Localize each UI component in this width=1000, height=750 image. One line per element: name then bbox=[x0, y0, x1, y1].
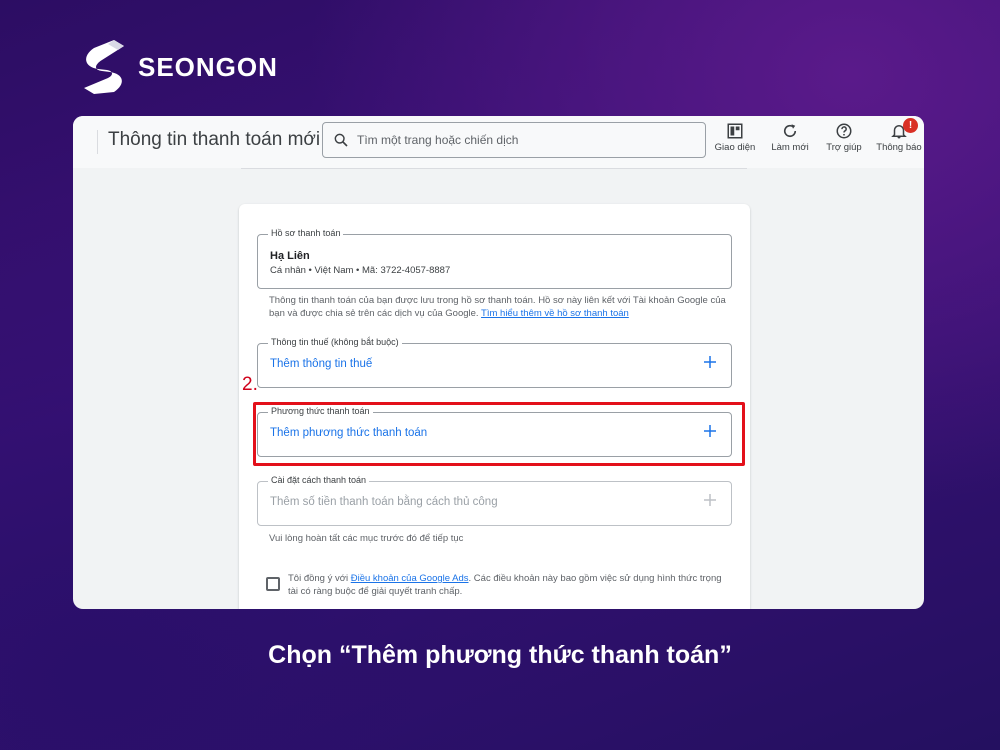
terms-checkbox[interactable] bbox=[266, 577, 280, 591]
terms-prefix: Tôi đồng ý với bbox=[288, 573, 349, 584]
layout-icon bbox=[727, 123, 743, 139]
profile-help-text: Thông tin thanh toán của bạn được lưu tr… bbox=[269, 294, 734, 320]
payment-setup-field: Cài đặt cách thanh toán Thêm số tiền tha… bbox=[257, 475, 732, 526]
manual-payment-link: Thêm số tiền thanh toán bằng cách thủ cô… bbox=[270, 496, 498, 508]
help-button[interactable]: Trợ giúp bbox=[816, 122, 872, 153]
refresh-button[interactable]: Làm mới bbox=[762, 122, 818, 153]
billing-profile-field[interactable]: Hồ sơ thanh toán Hạ Liên Cá nhân • Việt … bbox=[257, 228, 732, 289]
search-icon bbox=[334, 133, 348, 147]
appearance-label: Giao diện bbox=[714, 142, 756, 153]
profile-help-link[interactable]: Tìm hiểu thêm về hồ sơ thanh toán bbox=[481, 308, 629, 319]
notification-badge: ! bbox=[903, 118, 918, 133]
step-number: 2. bbox=[242, 374, 258, 395]
header-underline bbox=[241, 168, 747, 169]
plus-icon[interactable] bbox=[701, 353, 719, 371]
instruction-caption: Chọn “Thêm phương thức thanh toán” bbox=[268, 641, 732, 669]
highlight-box bbox=[253, 402, 745, 466]
tax-info-field[interactable]: Thông tin thuế (không bắt buộc) Thêm thô… bbox=[257, 337, 732, 388]
page-title: Thông tin thanh toán mới bbox=[108, 129, 321, 150]
tax-info-legend: Thông tin thuế (không bắt buộc) bbox=[268, 337, 402, 347]
notifications-button[interactable]: ! Thông báo bbox=[871, 118, 924, 153]
payment-setup-note: Vui lòng hoàn tất các mục trước đó để ti… bbox=[269, 533, 464, 544]
refresh-label: Làm mới bbox=[771, 142, 809, 153]
refresh-icon bbox=[783, 124, 797, 138]
billing-profile-legend: Hồ sơ thanh toán bbox=[268, 228, 344, 238]
plus-icon bbox=[704, 494, 716, 506]
brand-logo: SEONGON bbox=[80, 38, 278, 96]
search-input[interactable] bbox=[357, 133, 687, 147]
profile-name: Hạ Liên bbox=[270, 250, 310, 262]
top-bar: Thông tin thanh toán mới Giao diện Làm m… bbox=[73, 116, 924, 168]
header-divider bbox=[97, 130, 98, 154]
app-window: Thông tin thanh toán mới Giao diện Làm m… bbox=[73, 116, 924, 609]
profile-details: Cá nhân • Việt Nam • Mã: 3722-4057-8887 bbox=[270, 265, 451, 276]
seongon-logo-icon bbox=[84, 40, 124, 94]
search-box[interactable] bbox=[322, 122, 706, 158]
payment-setup-legend: Cài đặt cách thanh toán bbox=[268, 475, 370, 485]
terms-link[interactable]: Điều khoản của Google Ads bbox=[351, 573, 469, 584]
appearance-button[interactable]: Giao diện bbox=[707, 122, 763, 153]
help-label: Trợ giúp bbox=[826, 142, 862, 153]
terms-text: Tôi đồng ý với Điều khoản của Google Ads… bbox=[288, 572, 728, 598]
brand-name: SEONGON bbox=[138, 51, 278, 82]
add-tax-info-link[interactable]: Thêm thông tin thuế bbox=[270, 358, 372, 370]
notifications-label: Thông báo bbox=[876, 142, 922, 153]
help-icon bbox=[836, 123, 852, 139]
